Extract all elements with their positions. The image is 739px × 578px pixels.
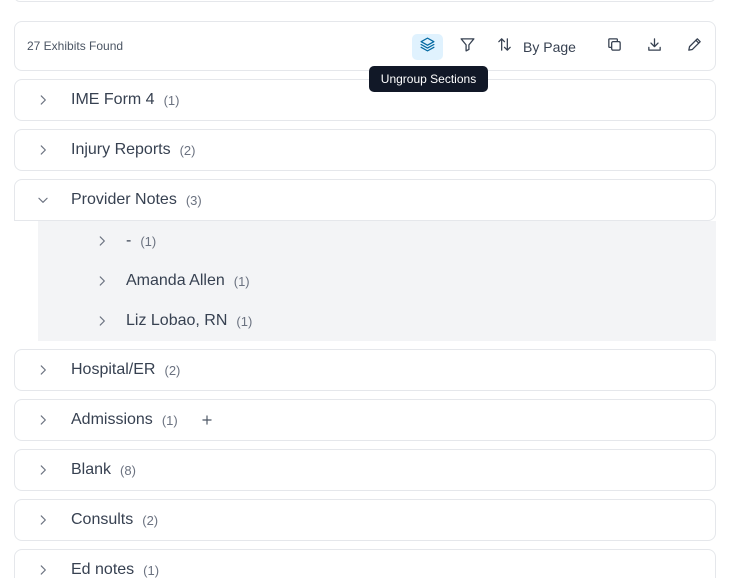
- section-title: Consults: [71, 511, 134, 528]
- sort-arrows-icon: [496, 36, 513, 58]
- section-title: Provider Notes: [71, 191, 177, 208]
- section-title: Ed notes: [71, 561, 135, 578]
- section-provider-notes[interactable]: Provider Notes (3): [14, 179, 716, 221]
- provider-notes-subsections: - (1) Amanda Allen (1) Liz Lobao, RN (1): [38, 221, 716, 341]
- download-icon: [646, 36, 663, 58]
- section-hospital-er[interactable]: Hospital/ER (2): [14, 349, 716, 391]
- section-title: Hospital/ER: [71, 361, 156, 378]
- chevron-right-icon[interactable]: [15, 563, 71, 577]
- subsection-row[interactable]: Amanda Allen (1): [38, 261, 716, 301]
- ungroup-sections-button[interactable]: [412, 34, 443, 60]
- layers-icon: [419, 36, 436, 58]
- chevron-right-icon[interactable]: [15, 93, 71, 107]
- section-count: (3): [185, 192, 202, 208]
- edit-button[interactable]: [679, 34, 709, 60]
- sort-label: By Page: [523, 39, 576, 55]
- section-ime-form-4[interactable]: IME Form 4 (1): [14, 79, 716, 121]
- subsection-title: Liz Lobao, RN: [126, 312, 228, 329]
- section-title: IME Form 4: [71, 91, 155, 108]
- ungroup-sections-tooltip: Ungroup Sections: [369, 66, 488, 92]
- subsection-row[interactable]: - (1): [38, 221, 716, 261]
- chevron-down-icon[interactable]: [15, 193, 71, 207]
- add-subsection-button[interactable]: [200, 413, 214, 427]
- section-count: (8): [120, 462, 136, 478]
- chevron-right-icon[interactable]: [15, 413, 71, 427]
- pencil-icon: [686, 36, 703, 58]
- subsection-count: (1): [140, 233, 157, 249]
- filter-icon: [459, 36, 476, 58]
- copy-button[interactable]: [599, 34, 629, 60]
- section-count: (1): [163, 92, 180, 108]
- previous-card-edge: [14, 0, 716, 2]
- sort-by-button[interactable]: By Page: [496, 34, 592, 60]
- section-ed-notes[interactable]: Ed notes (1): [14, 549, 716, 578]
- chevron-right-icon[interactable]: [15, 363, 71, 377]
- section-title: Admissions: [71, 411, 153, 428]
- section-title: Injury Reports: [71, 141, 171, 158]
- subsection-title: Amanda Allen: [126, 272, 225, 289]
- section-count: (2): [142, 512, 159, 528]
- copy-icon: [606, 36, 623, 58]
- section-blank[interactable]: Blank (8): [14, 449, 716, 491]
- exhibits-panel: 27 Exhibits Found By Page Ungroup Sectio…: [0, 0, 739, 578]
- chevron-right-icon[interactable]: [15, 143, 71, 157]
- chevron-right-icon[interactable]: [15, 463, 71, 477]
- section-admissions[interactable]: Admissions (1): [14, 399, 716, 441]
- subsection-count: (1): [236, 313, 253, 329]
- plus-icon: [200, 413, 214, 427]
- section-count: (1): [143, 562, 160, 578]
- section-count: (2): [164, 362, 181, 378]
- section-count: (1): [161, 412, 178, 428]
- subsection-title: -: [126, 232, 132, 249]
- subsection-count: (1): [233, 273, 250, 289]
- section-consults[interactable]: Consults (2): [14, 499, 716, 541]
- section-count: (2): [179, 142, 196, 158]
- subsection-row[interactable]: Liz Lobao, RN (1): [38, 301, 716, 341]
- section-injury-reports[interactable]: Injury Reports (2): [14, 129, 716, 171]
- section-title: Blank: [71, 461, 112, 478]
- exhibits-toolbar: 27 Exhibits Found By Page: [14, 21, 716, 71]
- chevron-right-icon[interactable]: [15, 513, 71, 527]
- filter-button[interactable]: [452, 34, 482, 60]
- download-button[interactable]: [639, 34, 669, 60]
